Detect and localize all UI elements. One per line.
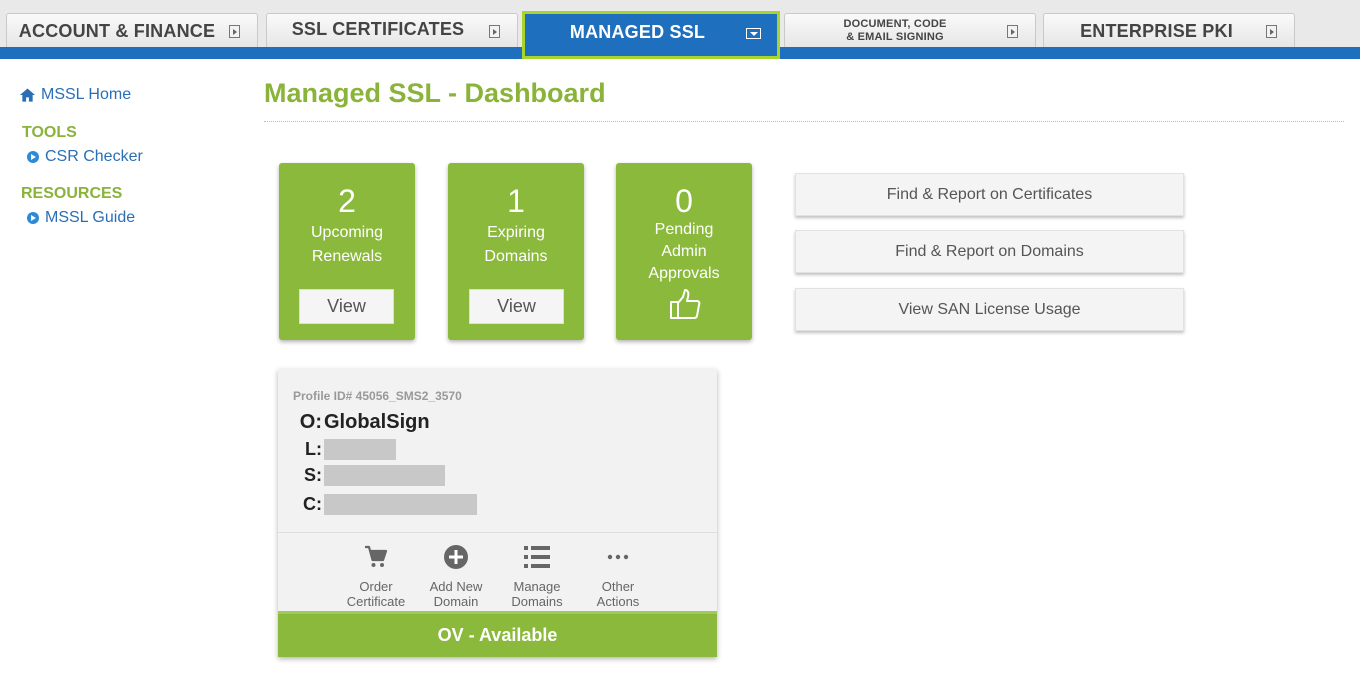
view-san-license-usage-button[interactable]: View SAN License Usage [795, 288, 1184, 331]
tab-label: MANAGED SSL [569, 21, 706, 42]
cart-icon [365, 545, 388, 567]
action-label-line1: Add New [429, 579, 483, 594]
tab-enterprise-pki[interactable]: ENTERPRISE PKI [1043, 13, 1295, 47]
profile-organization: O: GlobalSign [296, 411, 430, 434]
action-label-line2: Domain [433, 594, 479, 609]
arrow-circle-icon [27, 212, 39, 224]
tab-label: DOCUMENT, CODE & EMAIL SIGNING [795, 14, 995, 48]
stat-label: Upcoming Renewals [279, 221, 415, 269]
action-label-line2: Certificate [346, 594, 406, 609]
arrow-circle-icon [27, 151, 39, 163]
profile-card: Profile ID# 45056_SMS2_3570 O: GlobalSig… [278, 369, 717, 657]
add-new-domain-action[interactable]: Add New Domain [416, 543, 496, 609]
tab-managed-ssl[interactable]: MANAGED SSL [522, 11, 780, 59]
home-icon [20, 88, 35, 102]
tab-expand-icon[interactable] [1266, 25, 1277, 38]
tab-dropdown-icon[interactable] [746, 28, 761, 39]
tab-ssl-certificates[interactable]: SSL CERTIFICATES [266, 13, 518, 47]
tab-account-finance[interactable]: ACCOUNT & FINANCE [6, 13, 258, 47]
thumbs-up-icon [670, 289, 701, 319]
profile-state: S: [296, 465, 445, 486]
tab-label: ACCOUNT & FINANCE [18, 20, 216, 41]
profile-status-bar: OV - Available [278, 611, 717, 657]
sidebar-item-label: MSSL Guide [45, 209, 136, 226]
manage-domains-action[interactable]: Manage Domains [497, 543, 577, 609]
org-key: O: [299, 411, 322, 433]
country-key: C: [303, 494, 322, 514]
action-label-line1: Order [359, 579, 393, 594]
sidebar-item-mssl-home[interactable]: MSSL Home [20, 86, 131, 104]
tab-expand-icon[interactable] [229, 25, 240, 38]
stat-label: Expiring Domains [448, 221, 584, 269]
stat-card-expiring-domains: 1 Expiring Domains View [448, 163, 584, 340]
stat-value: 2 [338, 183, 356, 219]
title-divider [264, 121, 1344, 122]
list-icon [524, 546, 550, 568]
locality-redacted [324, 439, 396, 460]
profile-locality: L: [296, 439, 396, 460]
action-label-line2: Actions [596, 594, 640, 609]
org-value: GlobalSign [324, 411, 430, 433]
stat-value: 0 [675, 183, 693, 219]
stat-label-line2: Domains [484, 248, 548, 265]
stat-label-line2: Renewals [311, 248, 383, 265]
sidebar-item-mssl-guide[interactable]: MSSL Guide [27, 209, 135, 227]
sidebar-item-csr-checker[interactable]: CSR Checker [27, 148, 143, 166]
locality-key: L: [305, 439, 322, 459]
tab-label-line1: DOCUMENT, CODE [843, 18, 947, 30]
profile-actions: Order Certificate Add New Domain Manage … [278, 532, 717, 612]
main-tab-bar: ACCOUNT & FINANCE SSL CERTIFICATES MANAG… [0, 0, 1360, 59]
stat-card-upcoming-renewals: 2 Upcoming Renewals View [279, 163, 415, 340]
sidebar-heading-tools: TOOLS [22, 124, 77, 141]
tab-expand-icon[interactable] [489, 25, 500, 38]
state-redacted [324, 465, 445, 486]
stat-value: 1 [507, 183, 525, 219]
state-key: S: [304, 465, 322, 485]
profile-id: Profile ID# 45056_SMS2_3570 [293, 389, 462, 403]
tab-label: SSL CERTIFICATES [291, 18, 465, 39]
ellipsis-icon [607, 554, 629, 560]
view-expiring-domains-button[interactable]: View [469, 289, 564, 324]
other-actions-action[interactable]: Other Actions [578, 543, 658, 609]
view-renewals-button[interactable]: View [299, 289, 394, 324]
find-report-certificates-button[interactable]: Find & Report on Certificates [795, 173, 1184, 216]
tab-label-line2: & EMAIL SIGNING [846, 31, 944, 43]
find-report-domains-button[interactable]: Find & Report on Domains [795, 230, 1184, 273]
stat-label-line3: Approvals [648, 265, 720, 282]
sidebar-item-label: CSR Checker [45, 148, 143, 165]
stat-label-line1: Upcoming [310, 224, 384, 241]
action-label-line1: Manage [513, 579, 561, 594]
action-label-line2: Domains [511, 594, 563, 609]
plus-circle-icon [444, 545, 468, 569]
order-certificate-action[interactable]: Order Certificate [336, 543, 416, 609]
stat-label-line1: Pending [654, 221, 714, 238]
profile-country: C: [296, 494, 477, 515]
stat-card-pending-approvals: 0 Pending Admin Approvals [616, 163, 752, 340]
stat-label: Pending Admin Approvals [616, 219, 752, 285]
page-title: Managed SSL - Dashboard [264, 78, 606, 108]
action-label-line1: Other [601, 579, 635, 594]
stat-label-line1: Expiring [487, 224, 545, 241]
stat-label-line2: Admin [661, 243, 707, 260]
tab-expand-icon[interactable] [1007, 25, 1018, 38]
tab-document-code-email-signing[interactable]: DOCUMENT, CODE & EMAIL SIGNING [784, 13, 1036, 47]
sidebar-item-label: MSSL Home [41, 86, 132, 103]
sidebar-heading-resources: RESOURCES [21, 185, 123, 202]
country-redacted [324, 494, 477, 515]
tab-label: ENTERPRISE PKI [1080, 20, 1233, 41]
